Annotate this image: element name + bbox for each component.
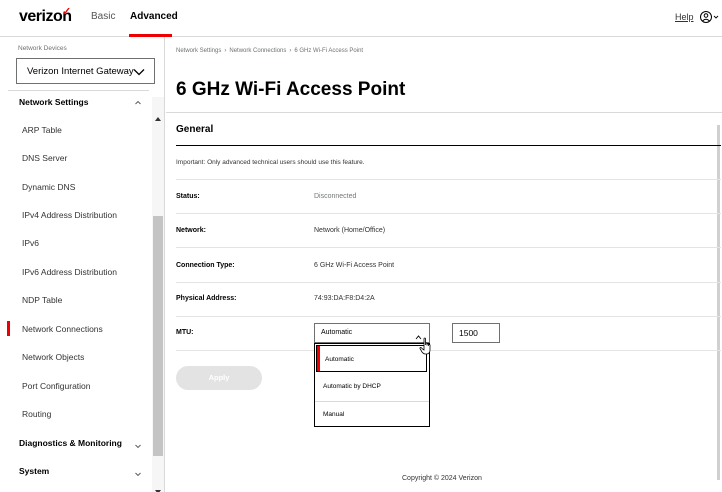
network-value: Network (Home/Office) [314,227,386,234]
row-divider [176,316,721,317]
row-divider [176,179,721,180]
status-label: Status: [176,193,200,200]
help-link[interactable]: Help [675,12,694,22]
chevron-up-icon[interactable] [133,95,143,105]
breadcrumb-separator-icon: › [224,48,227,54]
copyright-text: Copyright © 2024 Verizon [402,475,482,482]
row-divider [176,282,721,283]
network-devices-label: Network Devices [18,45,67,52]
chevron-down-icon [132,65,146,79]
user-circle-icon[interactable] [699,9,721,25]
mtu-select[interactable]: Automatic [314,323,430,343]
mtu-dropdown-menu: Automatic Automatic by DHCP Manual [314,343,430,427]
network-label: Network: [176,227,206,234]
scroll-up-arrow-icon[interactable] [154,109,162,121]
sidebar-section-network-settings[interactable]: Network Settings [19,97,88,107]
option-label: Automatic [325,356,354,363]
physical-address-label: Physical Address: [176,295,237,302]
sidebar-item-ipv4-address-distribution[interactable]: IPv4 Address Distribution [22,210,117,220]
sidebar-item-arp-table[interactable]: ARP Table [22,125,62,135]
verizon-logo[interactable]: verizon ✓ [19,6,72,26]
sidebar-item-ndp-table[interactable]: NDP Table [22,295,62,305]
nav-basic-tab[interactable]: Basic [91,11,115,22]
option-label: Manual [323,411,345,418]
sidebar-item-ipv6-address-distribution[interactable]: IPv6 Address Distribution [22,267,117,277]
breadcrumb-separator-icon: › [289,48,292,54]
breadcrumb: Network Settings › Network Connections › 6 G… [176,48,363,54]
connection-type-label: Connection Type: [176,262,235,269]
sidebar-section-diagnostics[interactable]: Diagnostics & Monitoring [19,438,122,448]
mtu-value-input[interactable]: 1500 [452,323,500,343]
apply-button[interactable]: Apply [176,366,262,390]
sidebar-section-system[interactable]: System [19,466,49,476]
row-divider [176,247,721,248]
breadcrumb-current: 6 GHz Wi-Fi Access Point [294,48,364,54]
title-divider [166,112,722,113]
sidebar-item-network-connections[interactable]: Network Connections [22,324,103,334]
mtu-option-automatic[interactable]: Automatic [316,345,427,372]
main-content: Network Settings › Network Connections › 6 G… [166,37,722,492]
nav-advanced-tab[interactable]: Advanced [130,11,178,22]
sidebar-item-dynamic-dns[interactable]: Dynamic DNS [22,182,75,192]
selected-option-indicator [317,346,320,371]
sidebar-item-routing[interactable]: Routing [22,409,51,419]
breadcrumb-network-connections[interactable]: Network Connections [229,48,286,54]
mtu-option-manual[interactable]: Manual [315,401,429,429]
row-divider [176,350,721,351]
top-bar: verizon ✓ Basic Advanced Help [0,0,722,37]
device-select-value: Verizon Internet Gateway [27,66,134,77]
section-title-general: General [176,124,214,135]
physical-address-value: 74:93:DA:F8:D4:2A [314,295,375,302]
chevron-down-icon[interactable] [133,438,143,449]
connection-type-value: 6 GHz Wi-Fi Access Point [314,262,395,269]
sidebar-scrollbar-thumb[interactable] [153,216,163,456]
section-underline [176,145,721,146]
sidebar-item-dns-server[interactable]: DNS Server [22,153,67,163]
sidebar-item-network-objects[interactable]: Network Objects [22,352,84,362]
mtu-label: MTU: [176,329,194,336]
advanced-users-notice: Important: Only advanced technical users… [176,159,365,166]
hand-pointer-cursor-icon [419,337,435,357]
mtu-option-automatic-by-dhcp[interactable]: Automatic by DHCP [315,373,429,401]
status-value: Disconnected [314,193,357,200]
page-title: 6 GHz Wi-Fi Access Point [176,79,406,100]
device-select[interactable]: Verizon Internet Gateway [16,58,155,84]
scroll-down-arrow-icon[interactable] [154,482,162,492]
chevron-down-icon[interactable] [133,466,143,477]
sidebar: Network Devices Verizon Internet Gateway… [0,37,165,492]
sidebar-divider [8,90,149,91]
active-item-indicator [7,321,10,336]
row-divider [176,213,721,214]
breadcrumb-network-settings[interactable]: Network Settings [176,48,221,54]
mtu-select-value: Automatic [321,329,353,336]
logo-check-mark: ✓ [62,6,71,18]
sidebar-item-port-configuration[interactable]: Port Configuration [22,381,91,391]
sidebar-item-ipv6[interactable]: IPv6 [22,238,39,248]
option-label: Automatic by DHCP [323,383,381,390]
